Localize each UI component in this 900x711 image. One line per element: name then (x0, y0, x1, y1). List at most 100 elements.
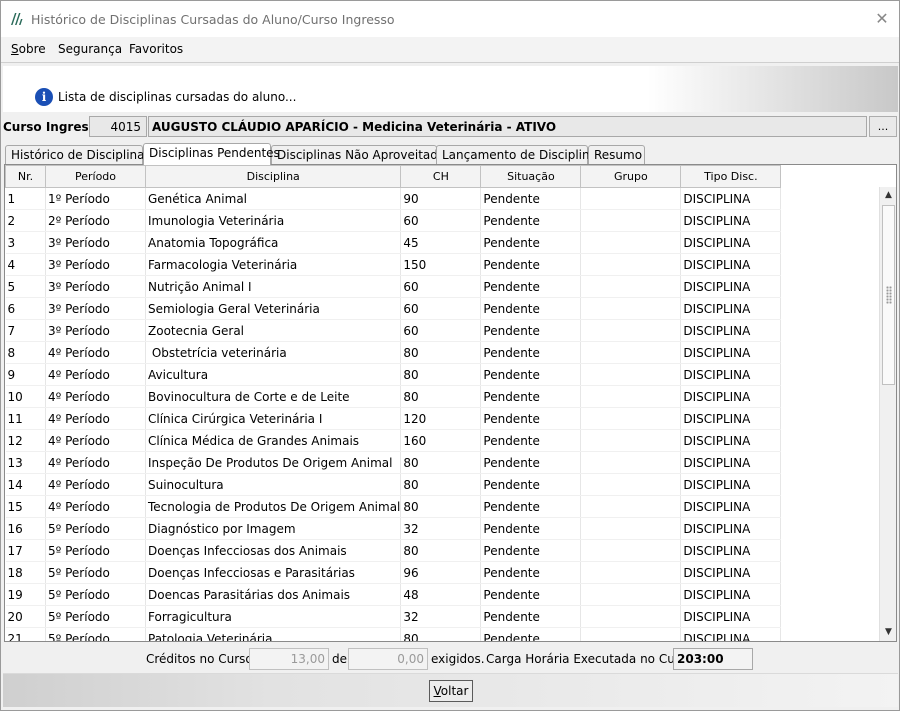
column-header-tipo-disc[interactable]: Tipo Disc. (680, 165, 782, 188)
table-row[interactable]: 18 5º Período Doenças Infecciosas e Parasi… (5, 561, 782, 584)
cell-tipo-disc: DISCIPLINA (680, 297, 782, 320)
cell-nr: 20 (5, 605, 46, 628)
cell-disciplina: Suinocultura (145, 473, 402, 496)
table-row[interactable]: 13 4º Período Inspeção De Produtos De Orig… (5, 451, 782, 474)
menu-favoritos[interactable]: Favoritos (129, 42, 183, 56)
voltar-button[interactable]: Voltar (429, 680, 473, 702)
scroll-up-icon[interactable]: ▲ (880, 187, 896, 204)
table-row[interactable]: 16 5º Período Diagnóstico por Imagem 32 Pend… (5, 517, 782, 540)
table-row[interactable]: 8 4º Período Obstetrícia veterinária 80 Pen… (5, 341, 782, 364)
column-header-ch[interactable]: CH (400, 165, 482, 188)
curso-code-field[interactable]: 4015 (89, 116, 147, 137)
cell-ch: 60 (400, 275, 482, 298)
cell-grupo (580, 209, 682, 232)
cell-tipo-disc: DISCIPLINA (680, 473, 782, 496)
tab-lancamento-de-disciplinas[interactable]: Lançamento de Disciplinas (436, 145, 603, 164)
tab-resumo[interactable]: Resumo (588, 145, 645, 164)
cell-grupo (580, 429, 682, 452)
cell-tipo-disc: DISCIPLINA (680, 209, 782, 232)
cell-tipo-disc: DISCIPLINA (680, 385, 782, 408)
cell-situacao: Pendente (480, 627, 582, 641)
cell-periodo: 3º Período (45, 231, 146, 254)
cell-disciplina: Avicultura (145, 363, 402, 386)
cell-tipo-disc: DISCIPLINA (680, 495, 782, 518)
scrollbar-thumb[interactable] (882, 205, 895, 385)
cell-situacao: Pendente (480, 561, 582, 584)
cell-situacao: Pendente (480, 231, 582, 254)
cell-situacao: Pendente (480, 297, 582, 320)
table-row[interactable]: 2 2º Período Imunologia Veterinária 60 Pende… (5, 209, 782, 232)
cell-periodo: 4º Período (45, 363, 146, 386)
close-icon[interactable]: ✕ (873, 10, 891, 28)
cell-tipo-disc: DISCIPLINA (680, 363, 782, 386)
cell-situacao: Pendente (480, 363, 582, 386)
table-row[interactable]: 11 4º Período Clínica Cirúrgica Veterinári… (5, 407, 782, 430)
table-row[interactable]: 9 4º Período Avicultura 80 Pendente DISCIPLIN… (5, 363, 782, 386)
cell-nr: 7 (5, 319, 46, 342)
cell-ch: 60 (400, 209, 482, 232)
cell-nr: 5 (5, 275, 46, 298)
cell-nr: 17 (5, 539, 46, 562)
cell-ch: 80 (400, 495, 482, 518)
cell-nr: 2 (5, 209, 46, 232)
table-row[interactable]: 7 3º Período Zootecnia Geral 60 Pendente DISC… (5, 319, 782, 342)
cell-ch: 90 (400, 187, 482, 210)
column-header-disciplina[interactable]: Disciplina (144, 165, 402, 188)
window-title: Histórico de Disciplinas Cursadas do Alu… (31, 12, 395, 27)
tab-disciplinas-nao-aproveitadas[interactable]: Disciplinas Não Aproveitadas (271, 145, 452, 164)
cell-tipo-disc: DISCIPLINA (680, 539, 782, 562)
cell-situacao: Pendente (480, 605, 582, 628)
table-row[interactable]: 3 3º Período Anatomia Topográfica 45 Pendent… (5, 231, 782, 254)
disciplinas-grid: Nr. Período Disciplina CH Situação Grupo… (4, 164, 897, 642)
cell-periodo: 4º Período (45, 429, 146, 452)
cell-nr: 1 (5, 187, 46, 210)
column-header-periodo[interactable]: Período (45, 165, 146, 188)
cell-disciplina: Inspeção De Produtos De Origem Animal (145, 451, 402, 474)
cell-disciplina: Clínica Cirúrgica Veterinária I (145, 407, 402, 430)
table-row[interactable]: 6 3º Período Semiologia Geral Veterinária 6… (5, 297, 782, 320)
cell-grupo (580, 561, 682, 584)
cell-ch: 80 (400, 627, 482, 641)
table-row[interactable]: 17 5º Período Doenças Infecciosas dos Anim… (5, 539, 782, 562)
table-row[interactable]: 1 1º Período Genética Animal 90 Pendente DISC… (5, 187, 782, 210)
cell-nr: 3 (5, 231, 46, 254)
vertical-scrollbar[interactable]: ▲ ▼ (879, 187, 896, 641)
table-row[interactable]: 20 5º Período Forragicultura 32 Pendente DISC… (5, 605, 782, 628)
grid-header-row: Nr. Período Disciplina CH Situação Grupo… (5, 165, 782, 188)
cell-nr: 16 (5, 517, 46, 540)
table-row[interactable]: 12 4º Período Clínica Médica de Grandes An… (5, 429, 782, 452)
menu-seguranca[interactable]: Segurança (58, 42, 122, 56)
table-row[interactable]: 5 3º Período Nutrição Animal I 60 Pendente DI… (5, 275, 782, 298)
cell-grupo (580, 451, 682, 474)
cell-situacao: Pendente (480, 341, 582, 364)
table-row[interactable]: 4 3º Período Farmacologia Veterinária 150 Pe… (5, 253, 782, 276)
column-header-nr[interactable]: Nr. (5, 165, 46, 188)
carga-horaria-field: 203:00 (673, 648, 753, 670)
cell-nr: 21 (5, 627, 46, 641)
tab-disciplinas-pendentes[interactable]: Disciplinas Pendentes (143, 143, 280, 165)
cell-grupo (580, 539, 682, 562)
cell-situacao: Pendente (480, 319, 582, 342)
main-window: Histórico de Disciplinas Cursadas do Alu… (0, 0, 900, 711)
column-header-situacao[interactable]: Situação (480, 165, 582, 188)
cell-situacao: Pendente (480, 495, 582, 518)
tab-historico-de-disciplinas[interactable]: Histórico de Disciplinas (5, 145, 151, 164)
table-row[interactable]: 10 4º Período Bovinocultura de Corte e de … (5, 385, 782, 408)
cell-periodo: 5º Período (45, 605, 146, 628)
table-row[interactable]: 19 5º Período Doencas Parasitárias dos Ani… (5, 583, 782, 606)
grid-body: 1 1º Período Genética Animal 90 Pendente DISC… (5, 187, 782, 641)
table-row[interactable]: 21 5º Período Patologia Veterinária 80 Pende… (5, 627, 782, 641)
scroll-down-icon[interactable]: ▼ (880, 624, 896, 641)
table-row[interactable]: 15 4º Período Tecnologia de Produtos De Or… (5, 495, 782, 518)
column-header-grupo[interactable]: Grupo (580, 165, 682, 188)
menu-sobre-label: obre (18, 42, 46, 56)
curso-lookup-button[interactable]: ... (869, 116, 897, 137)
cell-grupo (580, 231, 682, 254)
table-row[interactable]: 14 4º Período Suinocultura 80 Pendente DISCIP… (5, 473, 782, 496)
cell-tipo-disc: DISCIPLINA (680, 253, 782, 276)
cell-situacao: Pendente (480, 209, 582, 232)
cell-disciplina: Farmacologia Veterinária (145, 253, 402, 276)
menu-sobre[interactable]: Sobre (11, 42, 46, 56)
cell-ch: 150 (400, 253, 482, 276)
cell-nr: 4 (5, 253, 46, 276)
